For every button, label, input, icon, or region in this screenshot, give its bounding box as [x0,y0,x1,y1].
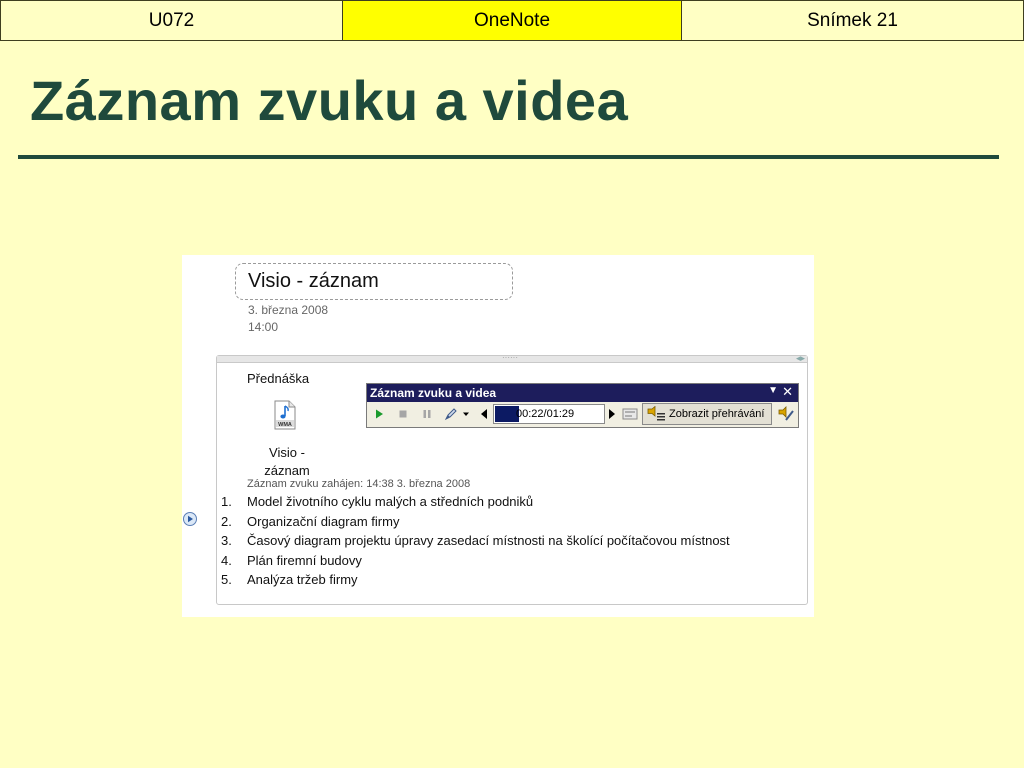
attachment-label[interactable]: Visio - záznam [257,444,317,480]
recording-toolbar: Záznam zvuku a videa ▼ ✕ 00:22/01:29 Zob… [366,383,799,428]
forward-button[interactable] [605,405,619,423]
page-date: 3. března 2008 [248,303,329,317]
show-playback-button[interactable]: Zobrazit přehrávání [642,403,772,425]
pen-icon [444,408,457,421]
list-text: Časový diagram projektu úpravy zasedací … [247,533,730,548]
playback-position[interactable]: 00:22/01:29 [493,404,605,424]
pause-button[interactable] [418,405,436,423]
pause-icon [423,410,431,418]
note-container-drag-bar[interactable]: ······ ◂▸ [217,353,807,364]
rewind-icon [481,409,487,419]
resize-arrows-icon[interactable]: ◂▸ [796,353,805,364]
pen-dropdown-button[interactable] [460,405,472,423]
list-number: 4. [221,552,232,568]
header-cell-code: U072 [0,0,343,41]
show-playback-icon [647,406,665,421]
toolbar-title: Záznam zvuku a videa [370,386,497,400]
slide-title: Záznam zvuku a videa [30,69,629,132]
drag-grip-icon[interactable]: ······ [499,354,521,362]
close-icon[interactable]: ✕ [782,384,793,400]
note-link-button[interactable] [621,405,639,423]
dropdown-icon [463,412,469,416]
rewind-button[interactable] [477,405,491,423]
page-title: Visio - záznam [248,270,379,292]
slide-header: U072 OneNote Snímek 21 [0,0,1024,41]
stop-icon [399,410,407,418]
audio-options-button[interactable] [776,405,796,423]
toolbar-body: 00:22/01:29 Zobrazit přehrávání [367,402,798,427]
onenote-screenshot: Visio - záznam 3. března 2008 14:00 ····… [182,255,814,617]
recording-start-note: Záznam zvuku zahájen: 14:38 3. března 20… [247,478,471,490]
section-heading: Přednáška [247,371,310,386]
header-cell-app: OneNote [343,0,682,41]
page-time: 14:00 [248,320,279,334]
note-link-icon [622,408,638,420]
list-text: Model životního cyklu malých a středních… [247,494,534,509]
stop-button[interactable] [394,405,412,423]
toolbar-titlebar[interactable]: Záznam zvuku a videa ▼ ✕ [367,384,798,402]
list-text: Analýza tržeb firmy [247,572,358,587]
svg-text:WMA: WMA [278,422,292,428]
title-divider [18,155,999,159]
toolbar-options-icon[interactable]: ▼ [768,385,778,396]
playback-time: 00:22/01:29 [516,408,575,420]
audio-options-icon [778,406,794,421]
page-title-box[interactable]: Visio - záznam [235,263,513,300]
list-number: 3. [221,533,232,548]
forward-icon [609,409,615,419]
list-text: Organizační diagram firmy [247,513,400,529]
list-number: 2. [221,513,232,529]
list-text: Plán firemní budovy [247,552,362,568]
pen-button[interactable] [442,405,460,423]
play-icon [376,409,383,419]
play-button[interactable] [370,405,388,423]
wma-audio-file-icon[interactable]: WMA [273,400,297,430]
list-number: 5. [221,572,232,587]
header-cell-slide-number: Snímek 21 [682,0,1024,41]
playback-link-icon[interactable] [182,511,198,527]
show-playback-label: Zobrazit přehrávání [669,408,765,420]
list-number: 1. [221,494,232,509]
